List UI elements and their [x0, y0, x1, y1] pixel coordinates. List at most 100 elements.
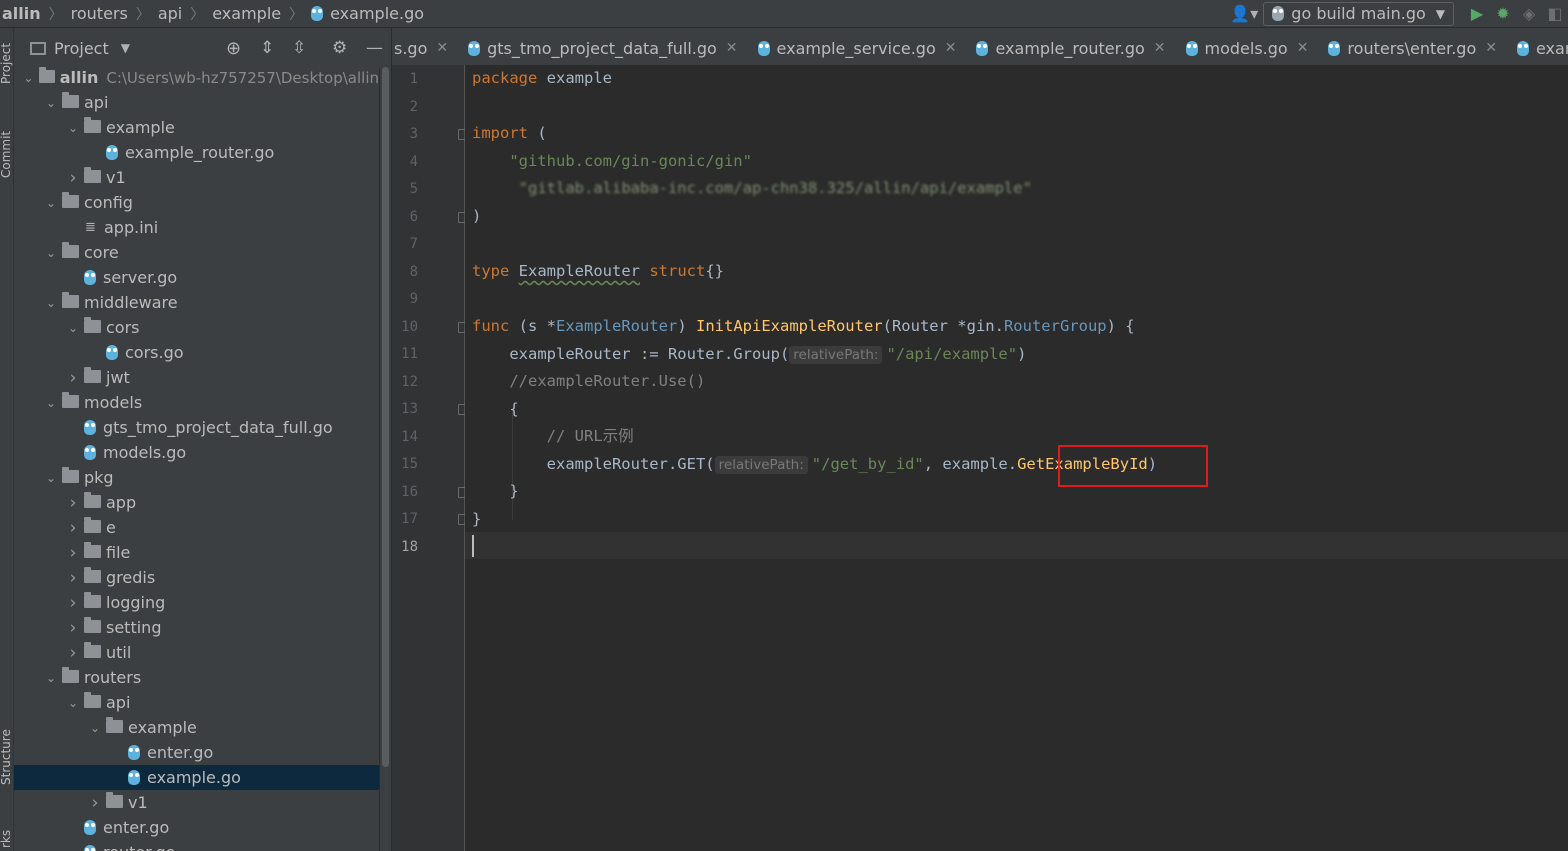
tree-item-label: example	[106, 118, 175, 137]
tree-root[interactable]: ⌄ allin C:\Users\wb-hz757257\Desktop\all…	[14, 65, 379, 90]
chevron-down-icon[interactable]: ⌄	[44, 471, 58, 485]
tree-item[interactable]: › logging	[14, 590, 379, 615]
tree-item[interactable]: › v1	[14, 790, 379, 815]
chevron-right-icon[interactable]: ›	[66, 168, 80, 188]
close-icon[interactable]: ✕	[1154, 40, 1166, 56]
tree-item[interactable]: ⌄ routers	[14, 665, 379, 690]
tree-item[interactable]: › util	[14, 640, 379, 665]
tree-item[interactable]: › jwt	[14, 365, 379, 390]
chevron-down-icon[interactable]: ⌄	[66, 321, 80, 335]
tree-item[interactable]: ⌄ config	[14, 190, 379, 215]
commit-tool-button[interactable]: Commit	[0, 131, 13, 178]
editor-tab[interactable]: example_service.go ✕	[748, 28, 967, 68]
editor-tab[interactable]: s.go ✕	[392, 28, 458, 68]
chevron-down-icon[interactable]: ⌄	[44, 396, 58, 410]
tree-item-label: util	[106, 643, 132, 662]
tree-item[interactable]: ⌄ pkg	[14, 465, 379, 490]
scrollbar-thumb[interactable]	[382, 67, 389, 767]
go-file-icon	[84, 845, 96, 851]
run-configuration-select[interactable]: go build main.go ▼	[1263, 1, 1454, 26]
project-tool-button[interactable]: Project	[0, 43, 13, 84]
tree-item-label: enter.go	[147, 743, 214, 762]
tree-item[interactable]: ⌄ example	[14, 715, 379, 740]
chevron-down-icon[interactable]: ⌄	[44, 296, 58, 310]
tree-item[interactable]: models.go	[14, 440, 379, 465]
tree-item[interactable]: › v1	[14, 165, 379, 190]
debug-icon[interactable]: ✹	[1490, 4, 1516, 23]
tree-item[interactable]: enter.go	[14, 815, 379, 840]
chevron-down-icon[interactable]: ⌄	[44, 671, 58, 685]
tree-item[interactable]: › setting	[14, 615, 379, 640]
breadcrumb-item-routers[interactable]: routers	[71, 4, 128, 23]
chevron-down-icon[interactable]: ▼	[121, 41, 130, 55]
editor-tab[interactable]: example\	[1507, 28, 1568, 68]
run-icon[interactable]: ▶	[1464, 4, 1490, 23]
chevron-down-icon[interactable]: ⌄	[44, 96, 58, 110]
tree-item[interactable]: ⌄ models	[14, 390, 379, 415]
project-view-icon	[30, 41, 46, 55]
tree-item[interactable]: › gredis	[14, 565, 379, 590]
chevron-down-icon[interactable]: ⌄	[88, 721, 102, 735]
breadcrumb-item-api[interactable]: api	[158, 4, 182, 23]
chevron-down-icon[interactable]: ⌄	[44, 196, 58, 210]
tree-item[interactable]: example_router.go	[14, 140, 379, 165]
line-number: 13	[401, 401, 418, 417]
chevron-right-icon[interactable]: ›	[66, 518, 80, 538]
structure-tool-button[interactable]: Structure	[0, 729, 13, 785]
tree-item[interactable]: ⌄ example	[14, 115, 379, 140]
coverage-icon[interactable]: ◈	[1516, 4, 1542, 23]
breadcrumb-item-example[interactable]: example	[212, 4, 281, 23]
close-icon[interactable]: ✕	[1485, 40, 1497, 56]
tree-item[interactable]: › app	[14, 490, 379, 515]
tree-item[interactable]: gts_tmo_project_data_full.go	[14, 415, 379, 440]
tree-item[interactable]: server.go	[14, 265, 379, 290]
folder-icon	[106, 717, 123, 733]
tree-item[interactable]: ⌄ api	[14, 690, 379, 715]
chevron-right-icon[interactable]: ›	[66, 643, 80, 663]
chevron-right-icon[interactable]: ›	[66, 543, 80, 563]
line-number: 2	[409, 98, 418, 115]
project-tree-scrollbar[interactable]	[380, 65, 391, 851]
chevron-down-icon[interactable]: ⌄	[66, 121, 80, 135]
breadcrumb-item-file[interactable]: example.go	[330, 4, 424, 23]
tree-item[interactable]: ⌄ cors	[14, 315, 379, 340]
chevron-down-icon[interactable]: ⌄	[22, 71, 35, 85]
gear-icon[interactable]: ⚙	[332, 38, 347, 58]
chevron-right-icon[interactable]: ›	[88, 793, 102, 813]
code-editor[interactable]: package example import ( "github.com/gin…	[465, 65, 1568, 851]
hide-icon[interactable]: —	[366, 38, 383, 58]
chevron-right-icon[interactable]: ›	[66, 368, 80, 388]
chevron-down-icon[interactable]: ⌄	[66, 696, 80, 710]
chevron-right-icon[interactable]: ›	[66, 618, 80, 638]
chevron-right-icon[interactable]: ›	[66, 493, 80, 513]
collapse-all-icon[interactable]: ⇳	[292, 38, 306, 58]
tree-item[interactable]: cors.go	[14, 340, 379, 365]
close-icon[interactable]: ✕	[436, 40, 448, 56]
editor-tab[interactable]: gts_tmo_project_data_full.go ✕	[458, 28, 747, 68]
close-icon[interactable]: ✕	[945, 40, 957, 56]
tree-item[interactable]: › file	[14, 540, 379, 565]
close-icon[interactable]: ✕	[726, 40, 738, 56]
tree-item[interactable]: enter.go	[14, 740, 379, 765]
chevron-down-icon[interactable]: ⌄	[44, 246, 58, 260]
tree-item[interactable]: ⌄ middleware	[14, 290, 379, 315]
bookmarks-tool-button[interactable]: rks	[0, 830, 13, 848]
tree-item[interactable]: router.go	[14, 840, 379, 851]
stop-icon[interactable]: ◧	[1542, 4, 1568, 23]
project-panel-title[interactable]: Project	[54, 39, 109, 58]
expand-all-icon[interactable]: ⇕	[260, 38, 274, 58]
chevron-right-icon[interactable]: ›	[66, 593, 80, 613]
tree-item[interactable]: ≣ app.ini	[14, 215, 379, 240]
editor-tab[interactable]: example_router.go ✕	[966, 28, 1175, 68]
user-icon[interactable]: 👤▾	[1225, 4, 1263, 23]
tree-item[interactable]: › e	[14, 515, 379, 540]
editor-tab[interactable]: routers\enter.go ✕	[1318, 28, 1507, 68]
chevron-right-icon[interactable]: ›	[66, 568, 80, 588]
tree-item[interactable]: ⌄ api	[14, 90, 379, 115]
breadcrumb-item-root[interactable]: allin	[2, 4, 41, 23]
locate-icon[interactable]: ⊕	[226, 38, 241, 59]
tree-item[interactable]: ⌄ core	[14, 240, 379, 265]
close-icon[interactable]: ✕	[1297, 40, 1309, 56]
editor-tab[interactable]: models.go ✕	[1176, 28, 1319, 68]
tree-item[interactable]: example.go	[14, 765, 379, 790]
